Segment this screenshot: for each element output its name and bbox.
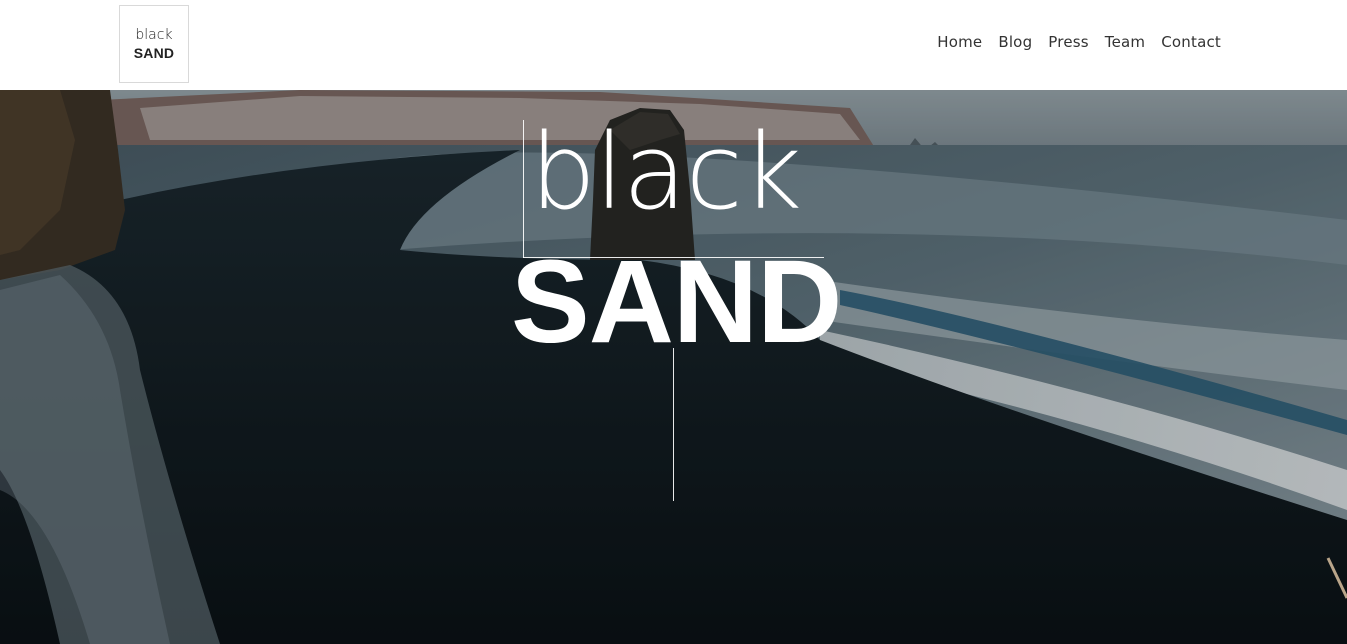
hero-title-sand: SAND [511, 236, 842, 368]
nav-team[interactable]: Team [1105, 33, 1145, 51]
main-nav: Home Blog Press Team Contact [937, 33, 1221, 51]
nav-contact[interactable]: Contact [1161, 33, 1221, 51]
logo-line-sand: SAND [133, 45, 175, 61]
nav-home[interactable]: Home [937, 33, 982, 51]
hero-title-black: black [530, 111, 802, 233]
logo[interactable]: black SAND [119, 5, 189, 83]
logo-line-black: black [135, 27, 173, 43]
site-header: black SAND Home Blog Press Team Contact [0, 0, 1347, 90]
nav-press[interactable]: Press [1048, 33, 1088, 51]
nav-blog[interactable]: Blog [998, 33, 1032, 51]
hero-section: black SAND [0, 90, 1347, 644]
hero-title-group: black SAND [0, 90, 1347, 644]
vertical-divider-line [673, 348, 674, 501]
